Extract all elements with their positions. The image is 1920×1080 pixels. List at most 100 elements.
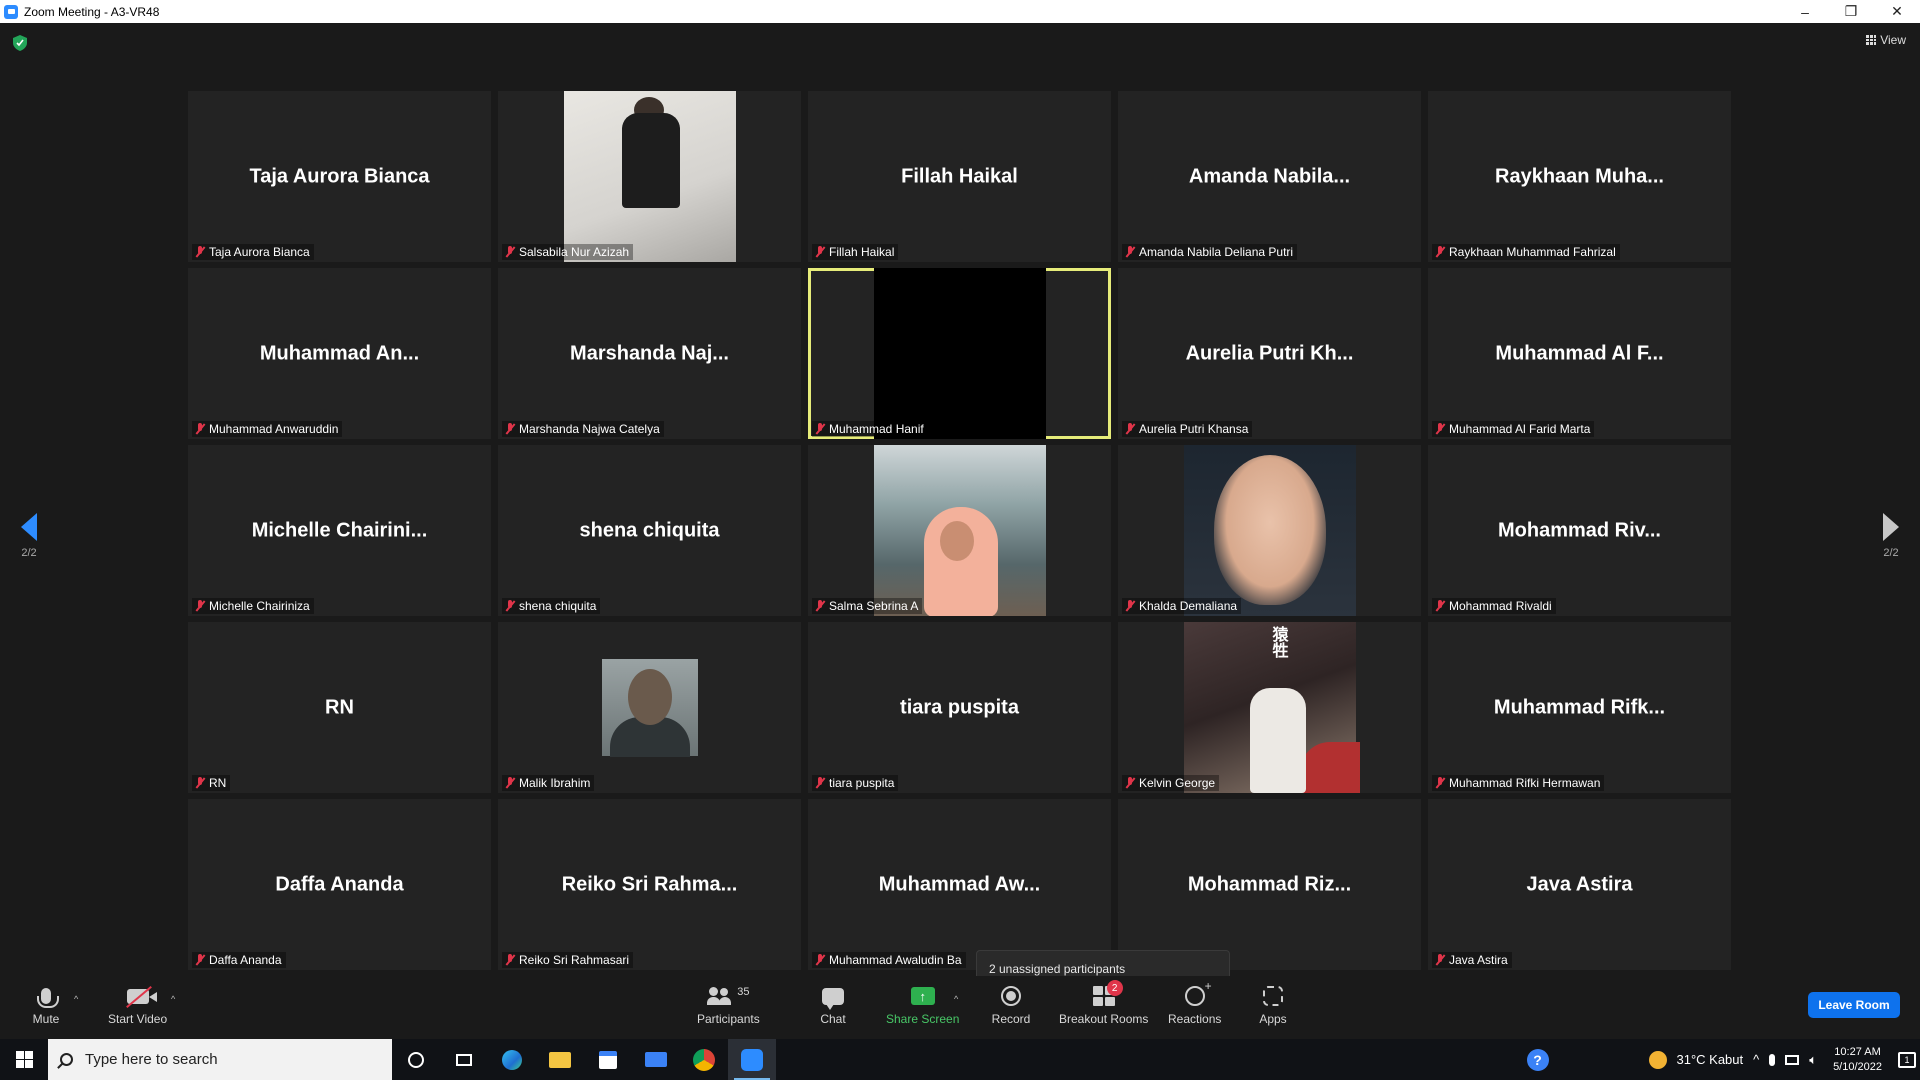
participant-tile[interactable]: Daffa Ananda Daffa Ananda xyxy=(188,799,491,970)
taskbar-search-box[interactable]: Type here to search xyxy=(48,1039,392,1080)
windows-start-icon[interactable] xyxy=(0,1039,48,1080)
cortana-icon[interactable] xyxy=(392,1039,440,1080)
search-placeholder: Type here to search xyxy=(85,1051,218,1068)
participant-name-label: Aurelia Putri Khansa xyxy=(1139,422,1249,436)
participant-tile[interactable]: Salsabila Nur Azizah xyxy=(498,91,801,262)
tray-expand-icon[interactable]: ^ xyxy=(1753,1052,1759,1067)
share-screen-button[interactable]: ↑ Share Screen xyxy=(886,982,959,1026)
leave-room-button[interactable]: Leave Room xyxy=(1808,992,1900,1018)
close-button[interactable]: ✕ xyxy=(1874,0,1920,23)
record-button[interactable]: Record xyxy=(991,982,1031,1026)
reactions-button[interactable]: Reactions xyxy=(1168,979,1221,1026)
participant-name-label: Salma Sebrina A xyxy=(829,599,919,613)
weather-icon xyxy=(1648,1050,1667,1069)
participant-name-bar: Muhammad Anwaruddin xyxy=(192,421,343,437)
muted-mic-icon xyxy=(814,423,826,435)
chrome-icon[interactable] xyxy=(680,1039,728,1080)
participants-button[interactable]: 35 Participants xyxy=(697,982,760,1026)
record-label: Record xyxy=(991,1012,1031,1026)
participant-tile[interactable]: Raykhaan Muha... Raykhaan Muhammad Fahriz… xyxy=(1428,91,1731,262)
participant-tile[interactable]: Muhammad Aw... Muhammad Awaludin Ba xyxy=(808,799,1111,970)
participant-display-name: Michelle Chairini... xyxy=(251,519,428,541)
participant-tile[interactable]: Michelle Chairini... Michelle Chairiniza xyxy=(188,445,491,616)
participant-name-bar: Khalda Demaliana xyxy=(1122,598,1242,614)
participant-tile[interactable]: Malik Ibrahim xyxy=(498,622,801,793)
participant-name-bar: Reiko Sri Rahmasari xyxy=(502,952,634,968)
participant-name-label: Khalda Demaliana xyxy=(1139,599,1238,613)
participant-name-bar: Malik Ibrahim xyxy=(502,775,595,791)
participant-name-bar: tiara puspita xyxy=(812,775,899,791)
start-video-button[interactable]: Start Video xyxy=(108,982,167,1026)
participant-video xyxy=(1183,445,1356,616)
breakout-rooms-button[interactable]: 2 Breakout Rooms xyxy=(1059,980,1148,1026)
participant-name-bar: Muhammad Al Farid Marta xyxy=(1432,421,1595,437)
notifications-icon[interactable]: 1 xyxy=(1898,1051,1916,1068)
network-icon[interactable] xyxy=(1785,1054,1800,1065)
previous-page-button[interactable]: 2/2 xyxy=(14,513,44,559)
participant-tile[interactable]: Muhammad An... Muhammad Anwaruddin xyxy=(188,268,491,439)
participant-display-name: Java Astira xyxy=(1526,873,1633,895)
mail-icon[interactable] xyxy=(632,1039,680,1080)
participant-tile[interactable]: Muhammad Rifk... Muhammad Rifki Hermawan xyxy=(1428,622,1731,793)
participant-tile[interactable]: 猿牲 Kelvin George xyxy=(1118,622,1421,793)
participant-display-name: Muhammad An... xyxy=(259,342,420,364)
microsoft-store-icon[interactable] xyxy=(584,1039,632,1080)
help-icon[interactable]: ? xyxy=(1526,1048,1549,1071)
participant-name-bar: Mohammad Rivaldi xyxy=(1432,598,1556,614)
audio-options-caret[interactable]: ^ xyxy=(74,994,78,1004)
participant-tile[interactable]: tiara puspita tiara puspita xyxy=(808,622,1111,793)
clock-time: 10:27 AM xyxy=(1834,1045,1881,1058)
muted-mic-icon xyxy=(504,246,516,258)
participant-tile[interactable]: Aurelia Putri Kh... Aurelia Putri Khansa xyxy=(1118,268,1421,439)
share-options-caret[interactable]: ^ xyxy=(954,994,958,1004)
clock[interactable]: 10:27 AM 5/10/2022 xyxy=(1827,1045,1888,1075)
participant-video xyxy=(601,659,698,757)
participant-tile[interactable]: Taja Aurora Bianca Taja Aurora Bianca xyxy=(188,91,491,262)
file-explorer-icon[interactable] xyxy=(536,1039,584,1080)
apps-button[interactable]: Apps xyxy=(1258,982,1288,1026)
participant-tile[interactable]: Muhammad Al F... Muhammad Al Farid Marta xyxy=(1428,268,1731,439)
mute-button[interactable]: Mute xyxy=(30,982,62,1026)
participant-tile[interactable]: Amanda Nabila... Amanda Nabila Deliana Pu… xyxy=(1118,91,1421,262)
participant-name-label: Fillah Haikal xyxy=(829,245,895,259)
window-title: Zoom Meeting - A3-VR48 xyxy=(24,4,160,19)
minimize-button[interactable]: – xyxy=(1782,0,1828,23)
chat-button[interactable]: Chat xyxy=(820,982,846,1026)
zoom-taskbar-icon[interactable] xyxy=(728,1039,776,1080)
participants-label: Participants xyxy=(697,1012,760,1026)
weather-text[interactable]: 31°C Kabut xyxy=(1677,1052,1744,1067)
encryption-shield-icon[interactable] xyxy=(13,35,27,51)
participant-count: 35 xyxy=(737,986,750,998)
participant-name-label: Kelvin George xyxy=(1139,776,1216,790)
participant-tile[interactable]: Fillah Haikal Fillah Haikal xyxy=(808,91,1111,262)
record-icon xyxy=(1001,986,1021,1006)
participant-name-bar: Muhammad Awaludin Ba xyxy=(812,952,966,968)
microphone-tray-icon[interactable] xyxy=(1769,1053,1776,1066)
edge-icon[interactable] xyxy=(488,1039,536,1080)
participant-tile[interactable]: Mohammad Riz...ki Ramdhani xyxy=(1118,799,1421,970)
view-button[interactable]: View xyxy=(1866,33,1906,47)
participant-tile[interactable]: Java Astira Java Astira xyxy=(1428,799,1731,970)
muted-mic-icon xyxy=(814,954,826,966)
participant-tile[interactable]: Mohammad Riv... Mohammad Rivaldi xyxy=(1428,445,1731,616)
participant-name-bar: Salsabila Nur Azizah xyxy=(502,244,634,260)
participant-tile[interactable]: Khalda Demaliana xyxy=(1118,445,1421,616)
next-page-button[interactable]: 2/2 xyxy=(1876,513,1906,559)
volume-icon[interactable]: 🔈︎ xyxy=(1809,1052,1817,1068)
participant-name-bar: Aurelia Putri Khansa xyxy=(1122,421,1253,437)
participant-tile[interactable]: Reiko Sri Rahma... Reiko Sri Rahmasari xyxy=(498,799,801,970)
participant-display-name: shena chiquita xyxy=(579,519,720,541)
participant-tile[interactable]: RN RN xyxy=(188,622,491,793)
video-options-caret[interactable]: ^ xyxy=(171,994,175,1004)
page-indicator-right: 2/2 xyxy=(1883,547,1899,559)
participant-tile[interactable]: Salma Sebrina A xyxy=(808,445,1111,616)
participant-tile[interactable]: shena chiquita shena chiquita xyxy=(498,445,801,616)
participant-name-bar: Amanda Nabila Deliana Putri xyxy=(1122,244,1298,260)
restore-button[interactable]: ❐ xyxy=(1828,0,1874,23)
task-view-icon[interactable] xyxy=(440,1039,488,1080)
muted-mic-icon xyxy=(194,777,206,789)
muted-mic-icon xyxy=(1434,777,1446,789)
participant-tile[interactable]: Muhammad Hanif xyxy=(808,268,1111,439)
participants-icon xyxy=(707,987,733,1005)
participant-tile[interactable]: Marshanda Naj... Marshanda Najwa Catelya xyxy=(498,268,801,439)
